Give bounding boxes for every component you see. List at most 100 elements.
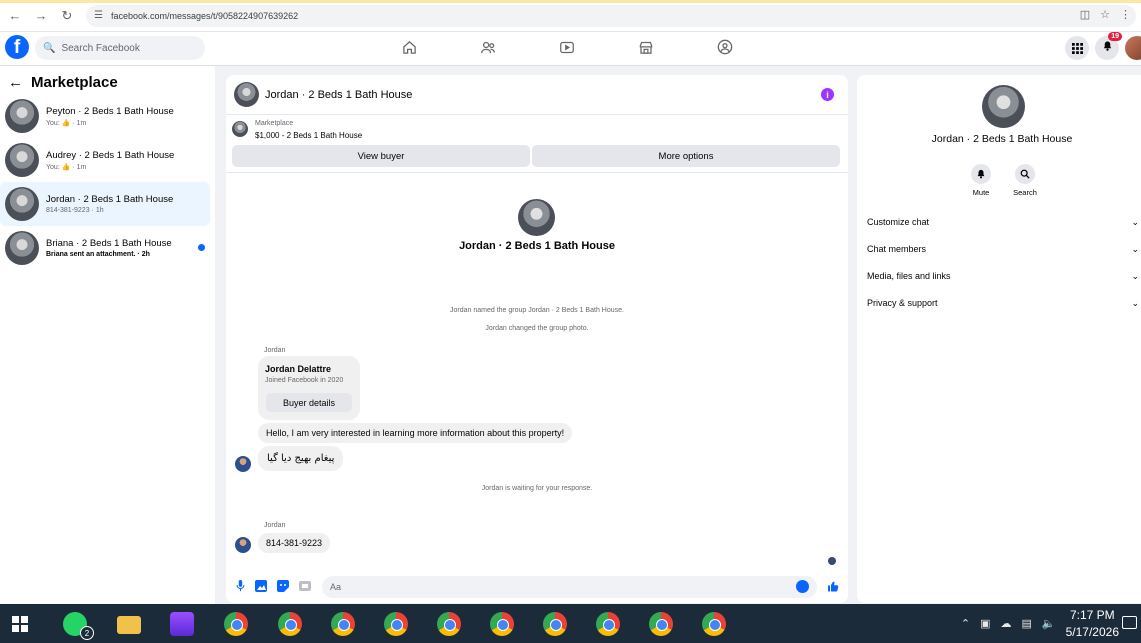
message-bubble: 814-381-9223	[258, 533, 331, 553]
chat-avatar[interactable]	[234, 82, 259, 107]
bell-icon	[971, 164, 991, 184]
search-chat-button[interactable]: Search	[1005, 164, 1045, 197]
clock-time: 7:17 PM	[1069, 608, 1115, 622]
forward-icon[interactable]: →	[30, 5, 52, 27]
gif-icon[interactable]	[299, 580, 311, 592]
photo-icon[interactable]	[255, 580, 267, 592]
reload-icon[interactable]: ↻	[56, 5, 78, 27]
listing-category: Marketplace	[255, 120, 294, 127]
chevron-down-icon: ⌄	[1131, 244, 1139, 254]
conversation-preview: 814-381-9223 · 1h	[46, 207, 104, 214]
network-icon[interactable]: ▤	[1022, 617, 1032, 630]
address-bar[interactable]: ☰ facebook.com/messages/t/90582249076392…	[86, 4, 1136, 27]
nav-video-icon[interactable]	[558, 38, 576, 56]
message-bubble: پیغام بھیج دیا گیا	[258, 446, 344, 471]
chrome-icon[interactable]	[331, 612, 355, 636]
details-title: Jordan · 2 Beds 1 Bath House	[931, 133, 1073, 145]
nav-home-icon[interactable]	[400, 38, 418, 56]
listing-thumbnail[interactable]	[232, 121, 248, 137]
conversation-preview: Briana sent an attachment. · 2h	[46, 251, 150, 258]
chat-details-panel: Jordan · 2 Beds 1 Bath House Mute Search…	[857, 75, 1141, 603]
sticker-icon[interactable]	[277, 580, 289, 592]
menu-customize-chat[interactable]: Customize chat ⌄	[867, 217, 1139, 228]
menu-media-files-links[interactable]: Media, files and links ⌄	[867, 271, 1139, 282]
site-settings-icon[interactable]: ☰	[94, 10, 103, 21]
clock[interactable]: 7:17 PM 5/17/2026	[1066, 608, 1119, 639]
system-message: Jordan changed the group photo.	[485, 325, 589, 332]
chrome-icon[interactable]	[649, 612, 673, 636]
nav-marketplace-icon[interactable]	[637, 38, 655, 56]
menu-dots-icon[interactable]: ⋮	[1120, 8, 1131, 21]
emoji-icon[interactable]	[796, 580, 809, 593]
chevron-down-icon: ⌄	[1131, 298, 1139, 308]
conversation-item-audrey[interactable]: Audrey · 2 Beds 1 Bath House You: 👍 · 1m	[0, 138, 210, 182]
more-options-button[interactable]: More options	[532, 145, 840, 167]
browser-top-strip	[0, 0, 1141, 3]
message-input[interactable]: Aa	[322, 576, 817, 598]
microphone-icon[interactable]	[234, 580, 246, 592]
nav-groups-icon[interactable]	[716, 38, 734, 56]
nav-friends-icon[interactable]	[479, 38, 497, 56]
address-text: facebook.com/messages/t/9058224907639262	[110, 10, 299, 21]
view-buyer-button[interactable]: View buyer	[232, 145, 530, 167]
profile-avatar[interactable]	[1125, 36, 1141, 60]
info-icon[interactable]: i	[821, 88, 834, 101]
buyer-card: Jordan Delattre Joined Facebook in 2020 …	[258, 356, 360, 420]
bookmark-star-icon[interactable]: ☆	[1100, 8, 1110, 21]
sidebar-title: Marketplace	[31, 74, 118, 91]
search-input[interactable]: 🔍 Search Facebook	[35, 36, 205, 60]
conversation-item-briana[interactable]: Briana · 2 Beds 1 Bath House Briana sent…	[0, 226, 210, 270]
chevron-up-icon[interactable]: ⌃	[961, 617, 970, 630]
listing-price-title[interactable]: $1,000 - 2 Beds 1 Bath House	[255, 131, 362, 140]
clock-date: 5/17/2026	[1065, 625, 1119, 639]
install-app-icon[interactable]: ◫	[1080, 8, 1090, 21]
menu-label: Media, files and links	[867, 271, 951, 281]
thumbs-up-icon[interactable]	[827, 580, 839, 592]
menu-privacy-support[interactable]: Privacy & support ⌄	[867, 298, 1139, 309]
file-explorer-icon[interactable]	[117, 616, 141, 634]
conversation-list-panel: ← Marketplace Peyton · 2 Beds 1 Bath Hou…	[0, 66, 215, 604]
chrome-icon[interactable]	[702, 612, 726, 636]
avatar	[5, 187, 39, 221]
buyer-details-button[interactable]: Buyer details	[266, 393, 352, 412]
windows-start-icon[interactable]	[12, 616, 28, 632]
clipchamp-icon[interactable]	[170, 612, 194, 636]
notifications-button[interactable]: 19	[1095, 32, 1122, 60]
menu-chat-members[interactable]: Chat members ⌄	[867, 244, 1139, 255]
chrome-icon[interactable]	[437, 612, 461, 636]
notification-center-icon[interactable]	[1122, 616, 1137, 629]
conversation-item-peyton[interactable]: Peyton · 2 Beds 1 Bath House You: 👍 · 1m	[0, 94, 210, 138]
search-icon: 🔍	[43, 42, 56, 54]
chevron-down-icon: ⌄	[1131, 217, 1139, 227]
sender-label: Jordan	[264, 522, 286, 529]
menu-grid-icon[interactable]	[1065, 36, 1089, 60]
mute-button[interactable]: Mute	[961, 164, 1001, 197]
conversation-preview: You: 👍 · 1m	[46, 119, 87, 127]
chrome-icon[interactable]	[224, 612, 248, 636]
chevron-down-icon: ⌄	[1131, 271, 1139, 281]
menu-label: Customize chat	[867, 217, 930, 227]
chrome-icon[interactable]	[384, 612, 408, 636]
meet-icon[interactable]: ▣	[980, 617, 990, 630]
chrome-icon[interactable]	[278, 612, 302, 636]
chat-panel: Jordan · 2 Beds 1 Bath House i Marketpla…	[226, 75, 848, 603]
chrome-icon[interactable]	[490, 612, 514, 636]
conversation-name: Peyton · 2 Beds 1 Bath House	[46, 105, 174, 117]
facebook-logo[interactable]: f	[5, 35, 29, 59]
conversation-item-jordan[interactable]: Jordan · 2 Beds 1 Bath House 814-381-922…	[0, 182, 210, 226]
sender-avatar	[235, 537, 251, 553]
conversation-name: Jordan · 2 Beds 1 Bath House	[46, 194, 174, 205]
conversation-name: Briana · 2 Beds 1 Bath House	[46, 238, 172, 249]
volume-icon[interactable]: 🔈	[1042, 617, 1056, 630]
facebook-top-nav: f 🔍 Search Facebook 19	[0, 32, 1141, 66]
sender-avatar	[235, 456, 251, 472]
browser-toolbar: ← → ↻ ☰ facebook.com/messages/t/90582249…	[0, 0, 1141, 32]
back-arrow-icon[interactable]: ←	[8, 74, 23, 91]
chrome-icon[interactable]	[543, 612, 567, 636]
back-icon[interactable]: ←	[4, 5, 26, 27]
cloud-icon[interactable]: ☁	[1001, 617, 1012, 630]
chrome-icon[interactable]	[596, 612, 620, 636]
sender-label: Jordan	[264, 347, 286, 354]
menu-label: Chat members	[867, 244, 927, 254]
chat-title[interactable]: Jordan · 2 Beds 1 Bath House	[265, 89, 412, 101]
